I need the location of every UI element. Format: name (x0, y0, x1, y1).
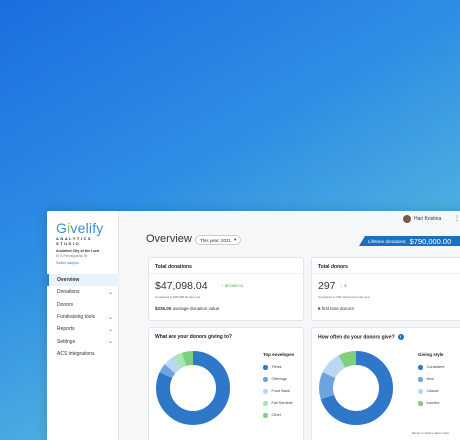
legend-title: Top envelopes (263, 352, 295, 357)
sidebar-item-label: Donors (57, 301, 74, 308)
card-title: What are your donors giving to? (155, 334, 232, 340)
chevron-down-icon: ⌄ (107, 326, 113, 333)
total-donors-card: Total donors 297 ↓ 3 Compared to 300 tota… (311, 257, 460, 321)
more-options-icon[interactable]: ⋮ (454, 215, 460, 222)
footnote: Based on lifetime data to date (412, 431, 450, 435)
sidebar-item-label: Fundraising tools (57, 314, 96, 321)
sidebar-item-label: Settings (57, 338, 76, 345)
brand-subtitle: ANALYTICS STUDIO (56, 236, 93, 246)
legend-item[interactable]: Casual (418, 389, 438, 394)
card-title: How often do your donors give? i (318, 334, 404, 340)
year-select[interactable]: This year: 2021 ▾ (195, 235, 242, 245)
legend-dot-icon (418, 377, 423, 382)
legend-dot-icon (418, 365, 423, 370)
legend-dot-icon (263, 413, 268, 418)
legend-dot-icon (263, 401, 268, 406)
user-name: Hari Kristina (414, 216, 442, 222)
legend-label: Fall Seminar (271, 401, 293, 406)
legend-dot-icon (418, 389, 423, 394)
donors-compare: Compared to 300 total donors last year (318, 295, 370, 299)
lifetime-value: $790,000.00 (409, 236, 452, 246)
sidebar-item-settings[interactable]: Settings ⌄ (47, 335, 119, 347)
legend-item[interactable]: Food Bank (263, 389, 290, 394)
sidebar-item-donations[interactable]: Donations ⌄ (47, 286, 119, 298)
first-time-donors: 6 first time donors (318, 306, 354, 311)
legend-dot-icon (263, 389, 268, 394)
sidebar-item-label: Overview (57, 277, 80, 284)
church-address: 67 S Pennsylvania, IN (56, 254, 88, 258)
giving-style-donut-chart (319, 351, 393, 425)
chevron-down-icon: ⌄ (107, 289, 113, 296)
legend-label: Casual (426, 389, 439, 394)
sidebar-item-label: Reports (57, 326, 75, 333)
legend-label: Consistent (426, 365, 445, 370)
card-title: Total donors (318, 264, 348, 270)
total-donors-value: 297 (318, 280, 336, 292)
legend-item[interactable]: Tithes (263, 365, 282, 370)
avg-donation: $235.00 average donation value (155, 306, 220, 311)
sidebar-item-reports[interactable]: Reports ⌄ (47, 323, 119, 335)
legend-label: Tithes (271, 365, 282, 370)
sidebar-item-label: Donations (57, 289, 80, 296)
chevron-down-icon: ⌄ (107, 339, 113, 346)
total-donations-value: $47,098.04 (155, 280, 208, 292)
info-icon[interactable]: i (397, 334, 404, 340)
sidebar-item-fundraising-tools[interactable]: Fundraising tools ⌄ (47, 311, 119, 323)
legend-label: Inactive (426, 401, 440, 406)
envelopes-donut-chart (156, 351, 230, 425)
legend-item[interactable]: Consistent (418, 365, 444, 370)
lifetime-label: Lifetime donations: (368, 238, 407, 244)
church-name: Anointed City of the Lord (56, 249, 100, 253)
chevron-down-icon: ▾ (234, 237, 237, 242)
year-select-label: This year: 2021 (200, 237, 232, 243)
arrow-up-icon: ↑ (221, 283, 223, 288)
donors-delta: ↓ 3 (340, 283, 347, 288)
page-title: Overview (146, 233, 192, 245)
card-title: Total donations (155, 264, 192, 270)
legend-title: Giving style (418, 352, 444, 357)
user-menu[interactable]: Hari Kristina (403, 215, 441, 223)
legend-label: New (426, 377, 435, 382)
switch-campus-link[interactable]: Switch campus (56, 261, 79, 265)
legend-item[interactable]: Other (263, 413, 281, 418)
donations-delta: ↑ $2,000.04 (221, 283, 243, 288)
legend-item[interactable]: New (418, 377, 434, 382)
sidebar-item-overview[interactable]: Overview (47, 274, 119, 287)
legend-dot-icon (263, 377, 268, 382)
brand-logo[interactable]: Givelify (56, 220, 104, 236)
legend-dot-icon (418, 401, 423, 406)
how-often-card: How often do your donors give? i Giving s… (311, 327, 460, 440)
legend-label: Food Bank (271, 389, 290, 394)
legend-item[interactable]: Fall Seminar (263, 401, 293, 406)
sidebar: Givelify ANALYTICS STUDIO Anointed City … (47, 211, 119, 440)
legend-item[interactable]: Inactive (418, 401, 440, 406)
sidebar-item-donors[interactable]: Donors (47, 299, 119, 311)
sidebar-item-acs-integrations[interactable]: ACS integrations (47, 348, 119, 360)
chevron-down-icon: ⌄ (107, 314, 113, 321)
donations-compare: Compared to $45,098.00 last year (155, 295, 201, 299)
legend-label: Offerings (271, 377, 287, 382)
arrow-down-icon: ↓ (340, 283, 342, 288)
sidebar-nav: Overview Donations ⌄ Donors Fundraising tool… (47, 274, 119, 360)
total-donations-card: Total donations $47,098.04 ↑ $2,000.04 Co… (148, 257, 304, 321)
legend-dot-icon (263, 365, 268, 370)
giving-to-card: What are your donors giving to? Top enve… (148, 327, 304, 440)
avatar (403, 215, 411, 223)
sidebar-item-label: ACS integrations (57, 350, 95, 357)
lifetime-donations-banner: Lifetime donations: $790,000.00 (359, 236, 460, 246)
legend-label: Other (271, 413, 282, 418)
legend-item[interactable]: Offerings (263, 377, 287, 382)
